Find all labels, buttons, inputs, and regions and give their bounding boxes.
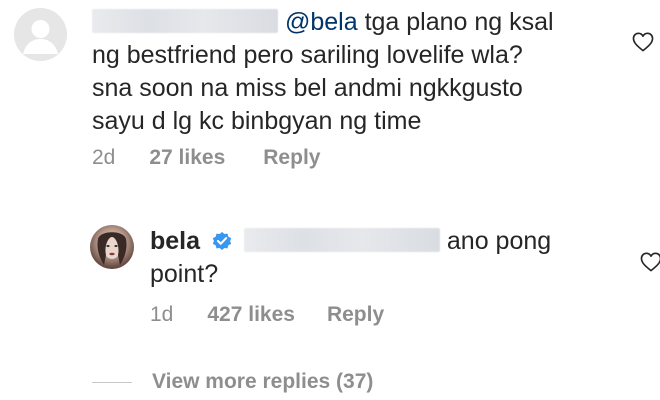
comment-timestamp[interactable]: 2d (92, 146, 115, 170)
divider-line (92, 381, 132, 383)
comment-text-line2: ng bestfriend pero sariling lovelife wla… (92, 41, 523, 69)
reply-meta: 1d 427 likes Reply (150, 303, 384, 327)
comment-reply-button[interactable]: Reply (263, 146, 320, 170)
reply-text-part1: ano pong (446, 227, 552, 255)
reply-username[interactable]: bela (150, 227, 200, 255)
comment-likes-count[interactable]: 27 likes (149, 146, 225, 170)
comment-text-line3: sna soon na miss bel andmi ngkkgusto (92, 74, 523, 102)
default-avatar-icon (14, 8, 67, 61)
view-more-replies-label: View more replies (37) (152, 370, 374, 393)
comment-meta: 2d 27 likes Reply (92, 146, 320, 170)
comment-text-line4: sayu d lg kc binbgyan ng time (92, 107, 422, 135)
mention-link[interactable]: @bela (285, 8, 358, 36)
commenter-avatar[interactable] (14, 8, 67, 61)
comment-text: @bela tga plano ng ksal ng bestfriend pe… (92, 6, 612, 138)
reply-text: bela ano pong point? (150, 225, 620, 291)
heart-outline-icon[interactable] (640, 252, 660, 272)
reply-reply-button[interactable]: Reply (327, 303, 384, 327)
heart-outline-icon[interactable] (632, 32, 654, 52)
reply-likes-count[interactable]: 427 likes (207, 303, 295, 327)
bela-avatar[interactable] (90, 225, 134, 269)
reply-timestamp[interactable]: 1d (150, 303, 173, 327)
redacted-username (92, 9, 278, 33)
profile-photo (97, 232, 127, 265)
comment-text-line1: tga plano ng ksal (364, 8, 554, 36)
verified-badge-icon (212, 232, 232, 250)
redacted-username (243, 228, 440, 252)
reply-text-part2: point? (150, 260, 219, 288)
view-more-replies-button[interactable]: View more replies (37) (92, 370, 373, 394)
